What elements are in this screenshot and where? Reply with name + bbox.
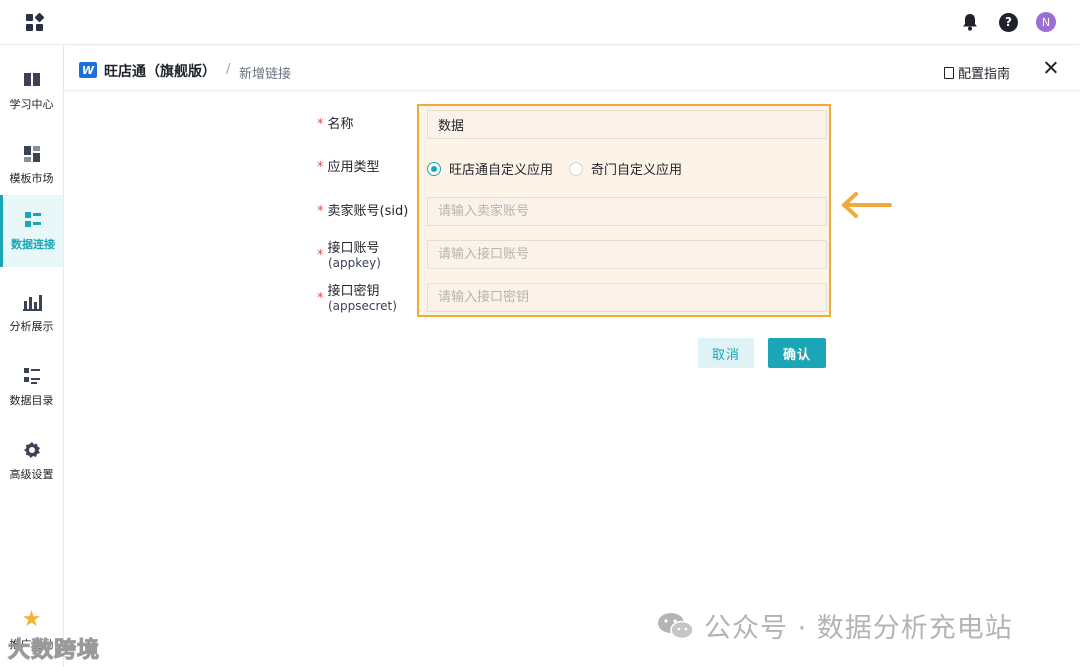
sidebar-item-label: 模板市场 — [9, 172, 54, 185]
appkey-label: * 接口账号 (appkey) — [317, 241, 381, 271]
page-title: 旺店通（旗舰版） — [104, 64, 216, 80]
watermark-text: 公众号 · 数据分析充电站 — [704, 613, 1013, 644]
sidebar-item-learning[interactable]: 学习中心 — [0, 55, 63, 127]
app-type-label: * 应用类型 — [317, 160, 380, 175]
list-icon — [22, 366, 42, 386]
radio-label: 奇门自定义应用 — [591, 163, 683, 178]
sidebar-item-catalog[interactable]: 数据目录 — [0, 351, 63, 423]
sidebar-item-settings[interactable]: 高级设置 — [0, 425, 63, 497]
cancel-button[interactable]: 取消 — [698, 338, 754, 368]
bell-icon[interactable] — [959, 11, 981, 33]
breadcrumb-separator: / — [226, 62, 231, 77]
sidebar-item-data-connect[interactable]: 数据连接 — [0, 195, 63, 267]
app-type-radio-group: 旺店通自定义应用 奇门自定义应用 — [427, 159, 682, 178]
watermark: 公众号 · 数据分析充电站 — [656, 606, 1013, 645]
top-bar: ? N — [0, 0, 1080, 45]
sidebar-item-label: 分析展示 — [9, 320, 54, 333]
chart-icon — [22, 292, 42, 312]
appsecret-label: * 接口密钥 (appsecret) — [317, 284, 397, 314]
sidebar-item-label: 学习中心 — [9, 98, 54, 111]
radio-unchecked-icon — [569, 161, 584, 176]
document-icon — [944, 66, 954, 79]
data-connect-icon — [23, 210, 43, 230]
question-icon[interactable]: ? — [999, 12, 1018, 32]
sidebar-item-label: 数据目录 — [9, 394, 54, 407]
appkey-input[interactable] — [427, 240, 827, 269]
sidebar: 学习中心 模板市场 数据连接 分析展示 数据目录 高级设置 ★ 推广奖励 — [0, 45, 64, 667]
breadcrumb: 新增链接 — [239, 67, 292, 82]
name-label: * 名称 — [317, 117, 354, 132]
sidebar-item-templates[interactable]: 模板市场 — [0, 129, 63, 201]
grid-icon[interactable] — [25, 12, 45, 33]
confirm-button[interactable]: 确认 — [768, 338, 826, 368]
sid-input[interactable] — [427, 197, 827, 226]
watermark-logo-text: 大数跨境 — [7, 638, 101, 664]
sidebar-item-analysis[interactable]: 分析展示 — [0, 277, 63, 349]
settings-icon — [22, 440, 42, 460]
config-guide-label: 配置指南 — [958, 67, 1011, 82]
name-input[interactable] — [427, 110, 827, 139]
radio-label: 旺店通自定义应用 — [449, 163, 554, 178]
arrow-left-icon — [842, 192, 892, 218]
close-icon[interactable] — [1042, 59, 1060, 77]
template-icon — [22, 144, 42, 164]
avatar[interactable]: N — [1036, 12, 1056, 32]
brand-logo: W — [79, 62, 97, 78]
sid-label: * 卖家账号(sid) — [317, 204, 409, 219]
radio-checked-icon — [427, 161, 441, 176]
sidebar-item-label: 数据连接 — [11, 238, 55, 251]
panel-header: W 旺店通（旗舰版） / 新增链接 配置指南 — [64, 45, 1080, 91]
wechat-icon — [658, 612, 694, 639]
radio-option-qimen[interactable]: 奇门自定义应用 — [569, 159, 682, 178]
radio-option-wdt[interactable]: 旺店通自定义应用 — [427, 159, 553, 178]
star-icon: ★ — [21, 607, 42, 632]
book-icon — [22, 70, 42, 90]
appsecret-input[interactable] — [427, 283, 827, 312]
config-guide-link[interactable]: 配置指南 — [944, 63, 1010, 82]
sidebar-item-label: 高级设置 — [9, 468, 54, 481]
